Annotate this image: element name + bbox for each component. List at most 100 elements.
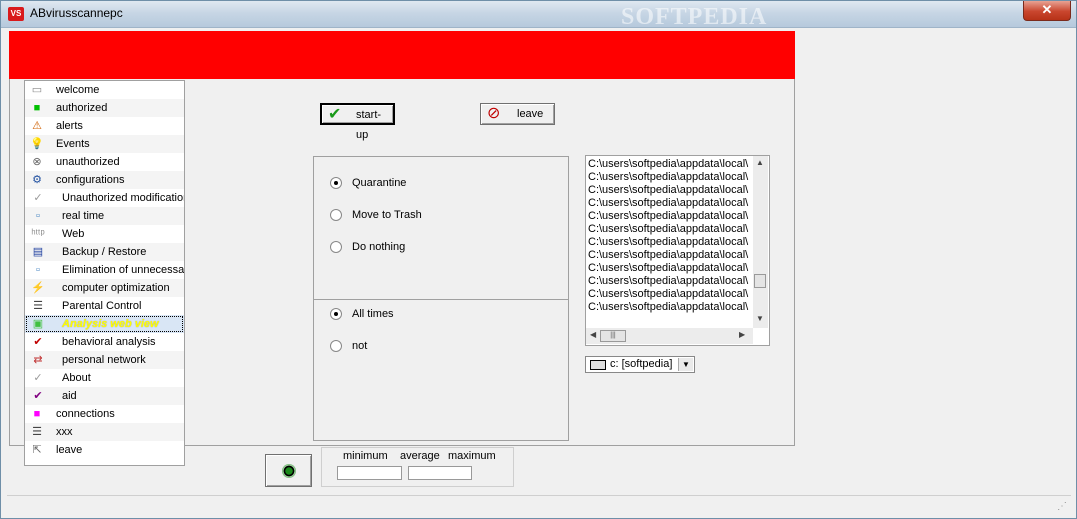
file-list-item[interactable]: C:\users\softpedia\appdata\local\ — [588, 249, 754, 262]
record-button[interactable] — [265, 454, 312, 487]
sidebar-item[interactable]: ⊗ unauthorized — [25, 153, 184, 171]
file-list-item[interactable]: C:\users\softpedia\appdata\local\ — [588, 158, 754, 171]
radio-button[interactable] — [330, 308, 342, 321]
window-title: ABvirusscannepc — [30, 6, 123, 20]
title-bar[interactable]: VS ABvirusscannepc SOFTPEDIA ✕ — [1, 1, 1076, 30]
sidebar-item[interactable]: ▫ real time — [25, 207, 184, 225]
scroll-up-icon[interactable]: ▲ — [756, 158, 764, 167]
frequency-options-group: All times not — [313, 299, 569, 441]
file-list-item[interactable]: C:\users\softpedia\appdata\local\ — [588, 236, 754, 249]
file-list[interactable]: C:\users\softpedia\appdata\local\ C:\user… — [585, 155, 770, 346]
radio-button[interactable] — [330, 241, 342, 254]
average-field[interactable] — [408, 466, 472, 480]
radio-option[interactable]: All times — [330, 307, 394, 321]
radio-option[interactable]: not — [330, 339, 367, 353]
sidebar-item[interactable]: ✓ About — [25, 369, 184, 387]
sidebar-item[interactable]: 💡 Events — [25, 135, 184, 153]
sidebar-item[interactable]: ☰ xxx — [25, 423, 184, 441]
drive-select[interactable]: c: [softpedia] ▼ — [585, 356, 695, 373]
status-bar: ⋰ — [7, 495, 1071, 515]
minimum-field[interactable] — [337, 466, 402, 480]
radio-label: All times — [352, 308, 394, 320]
lightbulb-icon: 💡 — [30, 138, 44, 150]
sidebar-item[interactable]: ■ connections — [25, 405, 184, 423]
sidebar-item[interactable]: ✔ behavioral analysis — [25, 333, 184, 351]
sidebar-item[interactable]: ⚙ configurations — [25, 171, 184, 189]
sidebar-item-label: real time — [62, 210, 105, 222]
minimum-label: minimum — [343, 450, 388, 462]
stats-box: minimum average maximum — [321, 447, 514, 487]
backup-icon: ▤ — [32, 246, 44, 258]
radio-option[interactable]: Quarantine — [330, 176, 406, 190]
scroll-right-icon[interactable]: ▶ — [739, 330, 745, 339]
chevron-down-icon[interactable]: ▼ — [678, 358, 693, 371]
file-list-item[interactable]: C:\users\softpedia\appdata\local\ — [588, 184, 754, 197]
sidebar-item-label: leave — [56, 444, 83, 456]
radio-label: Do nothing — [352, 241, 406, 253]
drive-icon — [590, 360, 606, 370]
sidebar-item[interactable]: ■ authorized — [25, 99, 184, 117]
radio-label: Quarantine — [352, 177, 407, 189]
client-area: ▭ welcome ■ authorized ⚠ alerts 💡 Events ⊗ unauth… — [7, 29, 1071, 515]
file-list-item[interactable]: C:\users\softpedia\appdata\local\ — [588, 288, 754, 301]
file-list-item[interactable]: C:\users\softpedia\appdata\local\ — [588, 210, 754, 223]
sidebar-item[interactable]: ⚠ alerts — [25, 117, 184, 135]
sidebar-item-label: Analysis web view — [62, 318, 159, 330]
green-square-icon: ■ — [33, 102, 41, 114]
sidebar-item[interactable]: ▫ Elimination of unnecessary — [25, 261, 184, 279]
vertical-scrollbar[interactable]: ▲ ▼ — [753, 156, 768, 328]
sidebar-item[interactable]: ☰ Parental Control — [25, 297, 184, 315]
leave-button[interactable]: ⊘ leave — [480, 103, 555, 125]
file-list-item[interactable]: C:\users\softpedia\appdata\local\ — [588, 197, 754, 210]
sidebar-item-label: alerts — [56, 120, 83, 132]
sidebar-item-label: Parental Control — [62, 300, 142, 312]
file-list-item[interactable]: C:\users\softpedia\appdata\local\ — [588, 301, 754, 314]
sidebar-item[interactable]: ⚡ computer optimization — [25, 279, 184, 297]
sidebar-item-label: About — [62, 372, 91, 384]
sidebar-item-label: xxx — [56, 426, 73, 438]
radio-label: Move to Trash — [352, 209, 422, 221]
about-check-icon: ✓ — [33, 372, 43, 384]
scroll-left-icon[interactable]: ◀ — [590, 330, 596, 339]
sidebar-item[interactable]: ✓ Unauthorized modification — [25, 189, 184, 207]
sidebar-item[interactable]: ʰᵗᵗᵖ Web — [25, 225, 184, 243]
check-small-icon: ✓ — [33, 192, 43, 204]
file-list-item[interactable]: C:\users\softpedia\appdata\local\ — [588, 223, 754, 236]
sidebar-item[interactable]: ✔ aid — [25, 387, 184, 405]
document-icon: ☰ — [32, 426, 42, 438]
average-label: average — [400, 450, 440, 462]
scroll-down-icon[interactable]: ▼ — [756, 314, 764, 323]
watermark-logo: SOFTPEDIA — [621, 4, 768, 30]
file-list-item[interactable]: C:\users\softpedia\appdata\local\ — [588, 171, 754, 184]
resize-grip-icon[interactable]: ⋰ — [1057, 501, 1067, 512]
sidebar-item[interactable]: ⇱ leave — [25, 441, 184, 459]
close-button[interactable]: ✕ — [1023, 1, 1071, 21]
radio-option[interactable]: Do nothing — [330, 240, 405, 254]
radio-button[interactable] — [330, 177, 342, 190]
sidebar-item[interactable]: ▭ welcome — [25, 81, 184, 99]
sidebar-item[interactable]: ▣ Analysis web view — [25, 315, 184, 333]
radio-button[interactable] — [330, 340, 342, 353]
radio-button[interactable] — [330, 209, 342, 222]
startup-button[interactable]: ✔ start-up — [320, 103, 395, 141]
file-list-item[interactable]: C:\users\softpedia\appdata\local\ — [588, 262, 754, 275]
green-box-icon: ▣ — [32, 318, 44, 330]
radio-option[interactable]: Move to Trash — [330, 208, 422, 222]
horizontal-scrollbar[interactable]: ◀ ||| ▶ — [586, 328, 753, 344]
sidebar-item-label: unauthorized — [56, 156, 120, 168]
web-text-icon: ʰᵗᵗᵖ — [31, 228, 45, 240]
red-check-icon: ✔ — [33, 336, 43, 348]
sidebar-item-label: Events — [56, 138, 90, 150]
sidebar-item[interactable]: ▤ Backup / Restore — [25, 243, 184, 261]
file-list-item[interactable]: C:\users\softpedia\appdata\local\ — [588, 275, 754, 288]
sidebar-item-label: aid — [62, 390, 77, 402]
scroll-thumb[interactable] — [754, 274, 766, 288]
leave-label: leave — [517, 108, 544, 120]
hscroll-thumb[interactable]: ||| — [600, 330, 626, 342]
sidebar-item-label: welcome — [56, 84, 100, 96]
sidebar-item-label: Unauthorized modification — [62, 192, 184, 204]
lightning-icon: ⚡ — [31, 282, 45, 294]
sidebar-item[interactable]: ⇄ personal network — [25, 351, 184, 369]
welcome-icon: ▭ — [31, 84, 43, 96]
green-circle-icon — [282, 464, 296, 478]
